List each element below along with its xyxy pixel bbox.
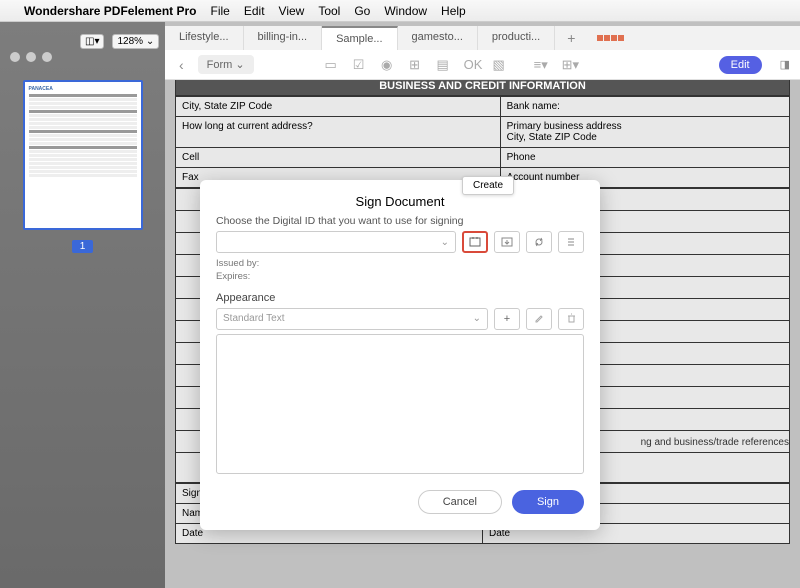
create-id-button[interactable] <box>462 231 488 253</box>
refresh-id-button[interactable] <box>526 231 552 253</box>
digital-id-dropdown[interactable]: ⌄ <box>216 231 456 253</box>
add-appearance-button[interactable]: + <box>494 308 520 330</box>
menu-help[interactable]: Help <box>441 4 466 18</box>
tab-gamestore[interactable]: gamesto... <box>398 26 478 50</box>
signature-preview <box>216 334 584 474</box>
zoom-select[interactable]: 128% ⌄ <box>112 34 159 49</box>
more-tool-icon[interactable]: ⊞▾ <box>562 57 576 73</box>
thumb-header: PANACEA <box>29 86 137 92</box>
table-row: How long at current address?Primary busi… <box>176 117 790 148</box>
page-thumbnail[interactable]: PANACEA <box>23 80 143 230</box>
menu-file[interactable]: File <box>211 4 230 18</box>
button-tool-icon[interactable]: OK <box>464 57 478 73</box>
form-table-top: City, State ZIP CodeBank name: How long … <box>175 96 790 188</box>
form-mode-dropdown[interactable]: Form ⌄ <box>198 55 254 74</box>
tab-billing[interactable]: billing-in... <box>244 26 323 50</box>
new-tab-button[interactable]: + <box>555 26 587 50</box>
align-tool-icon[interactable]: ≡▾ <box>534 57 548 73</box>
appearance-dropdown[interactable]: Standard Text⌄ <box>216 308 488 330</box>
table-row: CellPhone <box>176 148 790 168</box>
menubar: Wondershare PDFelement Pro File Edit Vie… <box>0 0 800 22</box>
panel-layout-select[interactable]: ◫▾ <box>80 34 104 49</box>
thumbnail-sidebar: PANACEA 1 <box>0 22 165 588</box>
expires-label: Expires: <box>216 270 584 283</box>
app-grid-icon[interactable] <box>587 26 635 50</box>
page-number-badge: 1 <box>72 240 94 253</box>
create-tooltip: Create <box>462 176 514 195</box>
tab-production[interactable]: producti... <box>478 26 555 50</box>
edit-button[interactable]: Edit <box>719 56 762 74</box>
menu-window[interactable]: Window <box>384 4 427 18</box>
appearance-value: Standard Text <box>223 313 285 324</box>
tab-sample[interactable]: Sample... <box>322 26 397 50</box>
delete-appearance-button[interactable] <box>558 308 584 330</box>
radio-tool-icon[interactable]: ◉ <box>380 57 394 73</box>
image-tool-icon[interactable]: ▧ <box>492 57 506 73</box>
table-row: City, State ZIP CodeBank name: <box>176 97 790 117</box>
dialog-hint: Choose the Digital ID that you want to u… <box>216 215 584 227</box>
app-name: Wondershare PDFelement Pro <box>24 4 197 18</box>
issued-by-label: Issued by: <box>216 257 584 270</box>
menu-view[interactable]: View <box>279 4 305 18</box>
back-button[interactable]: ‹ <box>175 57 188 73</box>
menu-tool[interactable]: Tool <box>318 4 340 18</box>
checkbox-tool-icon[interactable]: ☑ <box>352 57 366 73</box>
panel-toggle-icon[interactable]: ◨ <box>780 58 790 71</box>
edit-appearance-button[interactable] <box>526 308 552 330</box>
list-id-button[interactable] <box>558 231 584 253</box>
dialog-title: Sign Document <box>216 194 584 209</box>
sign-document-dialog: Create Sign Document Choose the Digital … <box>200 180 600 530</box>
import-id-button[interactable] <box>494 231 520 253</box>
textfield-tool-icon[interactable]: ▭ <box>324 57 338 73</box>
listbox-tool-icon[interactable]: ▤ <box>436 57 450 73</box>
tab-lifestyle[interactable]: Lifestyle... <box>165 26 244 50</box>
cancel-button[interactable]: Cancel <box>418 490 502 514</box>
menu-edit[interactable]: Edit <box>244 4 265 18</box>
sign-button[interactable]: Sign <box>512 490 584 514</box>
menu-go[interactable]: Go <box>354 4 370 18</box>
appearance-label: Appearance <box>216 292 584 304</box>
combobox-tool-icon[interactable]: ⊞ <box>408 57 422 73</box>
